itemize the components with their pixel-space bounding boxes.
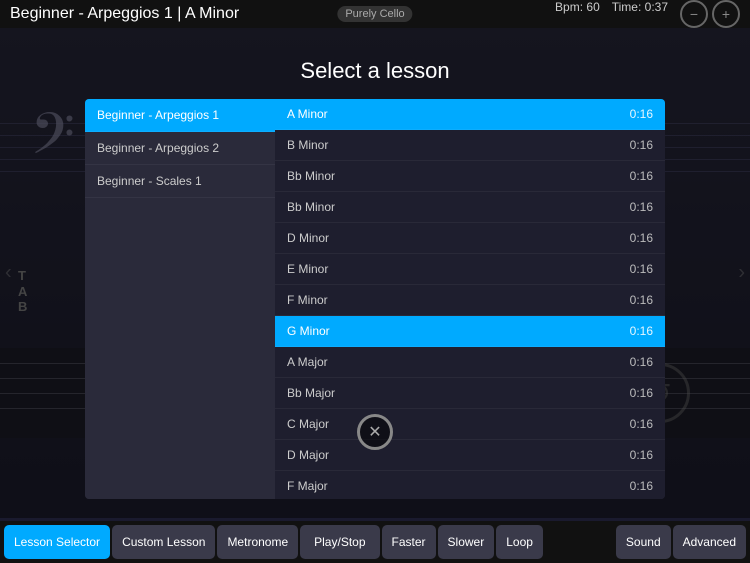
lesson-name: G Minor (287, 324, 330, 338)
lesson-time: 0:16 (630, 324, 653, 338)
lesson-name: D Major (287, 448, 329, 462)
music-area: 𝄢 4 4 TAB 1st Position ↺ ‹ › Select a le… (0, 28, 750, 518)
list-item[interactable]: G Minor 0:16 (275, 316, 665, 347)
lesson-time: 0:16 (630, 231, 653, 245)
lesson-group-item[interactable]: Beginner - Arpeggios 1 (85, 99, 275, 132)
lesson-time: 0:16 (630, 262, 653, 276)
list-item[interactable]: D Minor 0:16 (275, 223, 665, 254)
lesson-group-item[interactable]: Beginner - Scales 1 (85, 165, 275, 198)
lesson-time: 0:16 (630, 200, 653, 214)
lesson-name: F Major (287, 479, 328, 493)
lesson-name: A Minor (287, 107, 328, 121)
close-modal-button[interactable] (357, 414, 393, 450)
brand-label: Purely Cello (337, 6, 412, 22)
lesson-name: E Minor (287, 262, 328, 276)
play-stop-button[interactable]: Play/Stop (300, 525, 379, 559)
modal-title: Select a lesson (300, 58, 449, 84)
lesson-time: 0:16 (630, 138, 653, 152)
zoom-out-icon[interactable]: − (680, 0, 708, 28)
zoom-controls: − + (680, 0, 740, 28)
list-item[interactable]: E Minor 0:16 (275, 254, 665, 285)
lesson-selector-button[interactable]: Lesson Selector (4, 525, 110, 559)
loop-button[interactable]: Loop (496, 525, 543, 559)
zoom-in-icon[interactable]: + (712, 0, 740, 28)
list-item[interactable]: B Minor 0:16 (275, 130, 665, 161)
custom-lesson-button[interactable]: Custom Lesson (112, 525, 215, 559)
lesson-name: B Minor (287, 138, 328, 152)
close-icon[interactable] (357, 414, 393, 450)
lesson-name: D Minor (287, 231, 329, 245)
list-item[interactable]: Bb Minor 0:16 (275, 192, 665, 223)
list-item[interactable]: D Major 0:16 (275, 440, 665, 471)
lesson-time: 0:16 (630, 479, 653, 493)
lesson-time: 0:16 (630, 107, 653, 121)
slower-button[interactable]: Slower (438, 525, 495, 559)
lesson-name: Bb Minor (287, 200, 335, 214)
lesson-time: 0:16 (630, 293, 653, 307)
lesson-time: 0:16 (630, 417, 653, 431)
lesson-items-list: A Minor 0:16 B Minor 0:16 Bb Minor 0:16 … (275, 99, 665, 499)
lesson-name: Bb Major (287, 386, 335, 400)
lesson-name: Bb Minor (287, 169, 335, 183)
list-item[interactable]: A Major 0:16 (275, 347, 665, 378)
title-text: Beginner - Arpeggios 1 | A Minor (10, 5, 239, 23)
list-item[interactable]: Bb Minor 0:16 (275, 161, 665, 192)
lesson-name: C Major (287, 417, 329, 431)
sound-button[interactable]: Sound (616, 525, 671, 559)
advanced-button[interactable]: Advanced (673, 525, 746, 559)
top-bar-right: Bpm: 60 Time: 0:37 − + (555, 0, 740, 28)
metronome-button[interactable]: Metronome (217, 525, 298, 559)
lesson-name: A Major (287, 355, 328, 369)
list-item[interactable]: A Minor 0:16 (275, 99, 665, 130)
lesson-time: 0:16 (630, 355, 653, 369)
lesson-groups-list: Beginner - Arpeggios 1 Beginner - Arpegg… (85, 99, 275, 499)
list-item[interactable]: Bb Major 0:16 (275, 378, 665, 409)
top-bar: Beginner - Arpeggios 1 | A Minor Purely … (0, 0, 750, 28)
lesson-time: 0:16 (630, 169, 653, 183)
faster-button[interactable]: Faster (382, 525, 436, 559)
bottom-toolbar: Lesson Selector Custom Lesson Metronome … (0, 521, 750, 563)
list-item[interactable]: C Major 0:16 (275, 409, 665, 440)
list-item[interactable]: F Major 0:16 (275, 471, 665, 499)
lesson-time: 0:16 (630, 448, 653, 462)
lesson-name: F Minor (287, 293, 328, 307)
bpm-display: Bpm: 60 (555, 0, 600, 28)
lesson-time: 0:16 (630, 386, 653, 400)
list-item[interactable]: F Minor 0:16 (275, 285, 665, 316)
lesson-group-item[interactable]: Beginner - Arpeggios 2 (85, 132, 275, 165)
time-display: Time: 0:37 (612, 0, 668, 28)
